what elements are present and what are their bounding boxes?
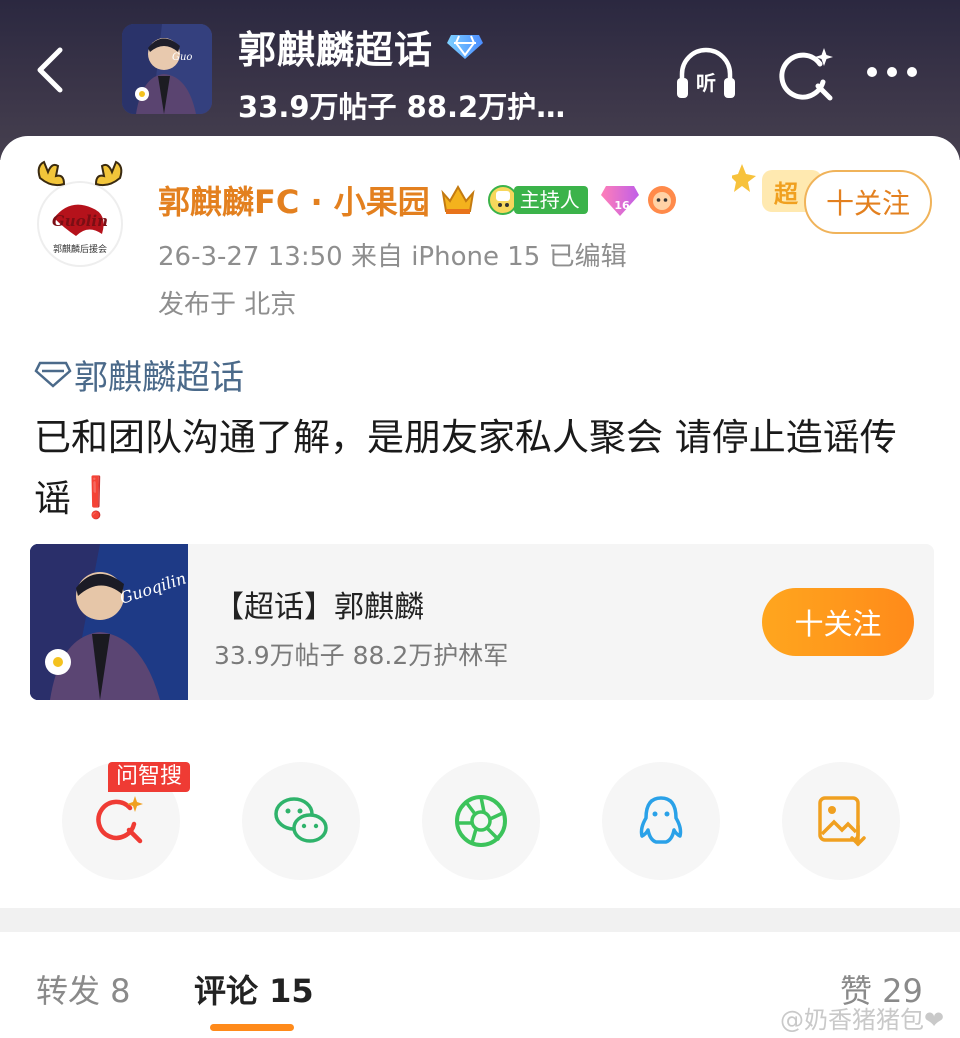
topic-card-stats: 33.9万帖子 88.2万护林军 xyxy=(214,641,509,670)
watermark: @奶香猪猪包❤ xyxy=(780,1006,945,1034)
ai-search-tag: 问智搜 xyxy=(108,762,191,792)
diamond-icon xyxy=(447,35,484,59)
avatar-caption: 郭麒麟后援会 xyxy=(53,243,107,255)
post-body: 已和团队沟通了解，是朋友家私人聚会 请停止造谣传谣❗ xyxy=(34,408,924,529)
topic-link[interactable]: 郭麒麟超话 xyxy=(34,352,244,398)
share-save-image-button[interactable] xyxy=(782,762,900,880)
fan-club-logo-icon: Guolin 郭麒麟后援会 xyxy=(37,160,123,267)
headphones-icon: 听 xyxy=(677,47,735,98)
svg-text:Guo: Guo xyxy=(172,52,192,63)
more-dots-icon xyxy=(867,67,917,77)
host-badge: 主持人 xyxy=(486,184,588,216)
topic-title[interactable]: 郭麒麟超话 xyxy=(238,19,433,74)
post-text: 已和团队沟通了解，是朋友家私人聚会 请停止造谣传谣 xyxy=(34,416,897,520)
listen-button[interactable]: 听 xyxy=(674,42,738,106)
share-row: 问智搜 xyxy=(0,762,960,882)
user-avatar[interactable]: Guolin 郭麒麟后援会 xyxy=(30,158,130,268)
active-tab-indicator xyxy=(210,1024,294,1031)
user-row: 郭麒麟FC · 小果园 主持人 16 xyxy=(158,178,678,222)
search-sparkle-icon xyxy=(779,48,833,101)
topic-card-photo: Guoqilin xyxy=(30,544,189,700)
moments-aperture-icon xyxy=(455,795,507,847)
topic-avatar[interactable]: Guo xyxy=(122,24,212,114)
topic-card[interactable]: Guoqilin 【超话】郭麒麟 33.9万帖子 88.2万护林军 十关注 xyxy=(30,544,934,700)
follow-topic-button[interactable]: 十关注 xyxy=(762,588,914,656)
back-arrow-icon xyxy=(37,47,63,93)
search-button[interactable] xyxy=(774,42,838,106)
exclamation-icon: ❗ xyxy=(71,475,121,521)
host-label: 主持人 xyxy=(513,186,588,214)
share-wechat-button[interactable] xyxy=(242,762,360,880)
topic-card-title: 【超话】郭麒麟 xyxy=(214,590,424,625)
topic-card-image: Guoqilin xyxy=(30,544,189,700)
post-location: 发布于 北京 xyxy=(158,290,297,320)
topic-avatar-photo: Guo xyxy=(122,24,212,114)
topic-stats: 33.9万帖子 88.2万护… xyxy=(238,90,566,124)
tab-comment[interactable]: 评论 15 xyxy=(194,966,314,1012)
sticker-text: 超 xyxy=(774,180,799,208)
topic-link-label: 郭麒麟超话 xyxy=(74,357,244,398)
more-button[interactable] xyxy=(860,42,924,106)
ai-search-icon xyxy=(96,796,143,844)
back-button[interactable] xyxy=(30,44,70,96)
level-badge-icon: 16 xyxy=(600,186,639,216)
save-image-icon xyxy=(818,796,866,847)
level-number: 16 xyxy=(614,199,630,212)
share-qq-button[interactable] xyxy=(602,762,720,880)
avatar-script-text: Guolin xyxy=(52,212,108,230)
share-moments-button[interactable] xyxy=(422,762,540,880)
topic-title-row: 郭麒麟超话 xyxy=(238,20,485,72)
user-name[interactable]: 郭麒麟FC · 小果园 xyxy=(158,177,430,223)
qq-penguin-icon xyxy=(639,796,683,844)
post-time-device: 26-3-27 13:50 来自 iPhone 15 已编辑 xyxy=(158,242,627,272)
topic-diamond-icon xyxy=(34,361,72,388)
follow-user-button[interactable]: 十关注 xyxy=(804,170,932,234)
svg-text:听: 听 xyxy=(696,71,716,95)
post-card: Guolin 郭麒麟后援会 郭麒麟FC · 小果园 主持人 16 26-3-27… xyxy=(0,136,960,911)
tab-repost[interactable]: 转发 8 xyxy=(36,966,131,1012)
pet-badge-icon xyxy=(647,186,676,214)
crown-icon xyxy=(441,184,475,214)
wechat-icon xyxy=(274,797,328,843)
section-divider xyxy=(0,908,960,932)
